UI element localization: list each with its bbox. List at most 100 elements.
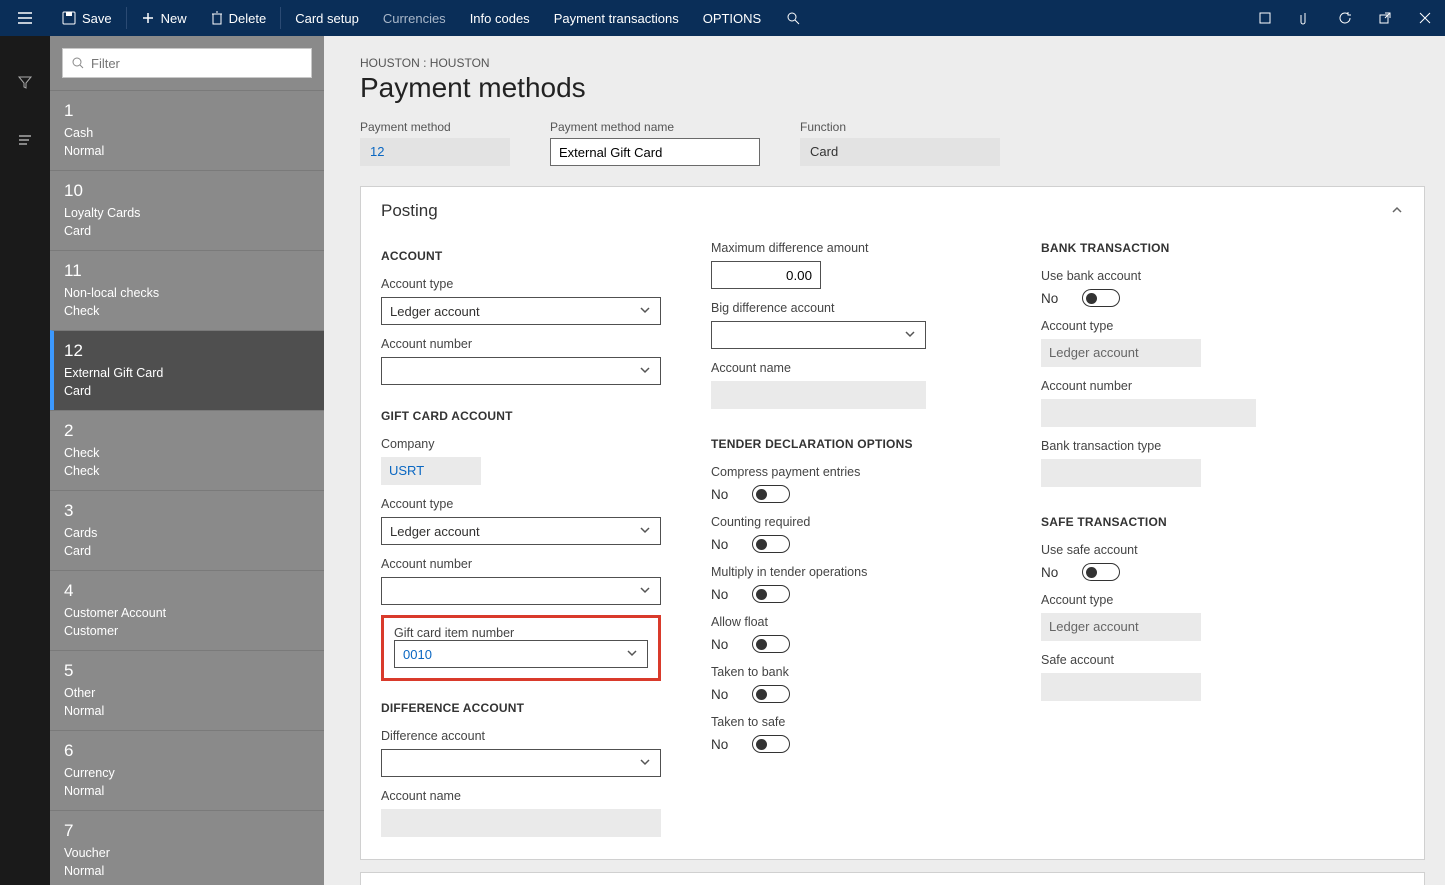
gc-account-type-dropdown[interactable]: Ledger account [381,517,661,545]
taken-safe-toggle[interactable] [752,735,790,753]
use-safe-value: No [1041,565,1058,580]
account-number-dropdown[interactable] [381,357,661,385]
account-group: ACCOUNT [381,249,661,263]
function-value: Card [800,138,1000,166]
gc-account-type-label: Account type [381,497,661,511]
list-item-type: Card [64,543,310,561]
diff-account-name-label: Account name [381,789,661,803]
info-codes-button[interactable]: Info codes [458,0,542,36]
hamburger-icon[interactable] [0,0,50,36]
allow-float-toggle[interactable] [752,635,790,653]
office-icon[interactable] [1245,0,1285,36]
bank-acct-type-label: Account type [1041,319,1321,333]
list-item-number: 5 [64,661,310,681]
list-item-number: 3 [64,501,310,521]
payment-transactions-button[interactable]: Payment transactions [542,0,691,36]
use-bank-value: No [1041,291,1058,306]
popout-icon[interactable] [1365,0,1405,36]
list-item[interactable]: 11Non-local checksCheck [50,250,324,330]
list-item[interactable]: 7VoucherNormal [50,810,324,885]
divider [126,7,127,29]
compress-label: Compress payment entries [711,465,991,479]
account-type-dropdown[interactable]: Ledger account [381,297,661,325]
chevron-up-icon[interactable] [1390,203,1404,220]
use-safe-label: Use safe account [1041,543,1321,557]
company-value[interactable]: USRT [381,457,481,485]
list-item-name: Other [64,685,310,703]
filter-input-wrapper[interactable] [62,48,312,78]
bank-acct-num-label: Account number [1041,379,1321,393]
highlight-gift-card-item: Gift card item number 0010 [381,615,661,681]
search-icon[interactable] [773,0,813,36]
card-setup-button[interactable]: Card setup [283,0,371,36]
difference-group: DIFFERENCE ACCOUNT [381,701,661,715]
close-icon[interactable] [1405,0,1445,36]
payment-method-name-input[interactable] [550,138,760,166]
list-lines-icon[interactable] [0,124,50,156]
list-item-name: Check [64,445,310,463]
list-item-name: External Gift Card [64,365,310,383]
list-item-number: 12 [64,341,310,361]
difference-account-dropdown[interactable] [381,749,661,777]
allow-float-value: No [711,637,728,652]
use-safe-toggle[interactable] [1082,563,1120,581]
new-button[interactable]: New [129,0,199,36]
payment-method-name-label: Payment method name [550,120,760,134]
list-item-name: Loyalty Cards [64,205,310,223]
list-item[interactable]: 1CashNormal [50,90,324,170]
taken-bank-value: No [711,687,728,702]
counting-toggle[interactable] [752,535,790,553]
tender-group: TENDER DECLARATION OPTIONS [711,437,991,451]
filter-input[interactable] [91,56,303,71]
payment-method-list[interactable]: 1CashNormal10Loyalty CardsCard11Non-loca… [50,90,324,885]
breadcrumb: HOUSTON : HOUSTON [360,56,1425,70]
filter-funnel-icon[interactable] [0,66,50,98]
list-item[interactable]: 4Customer AccountCustomer [50,570,324,650]
list-item-number: 6 [64,741,310,761]
big-diff-dropdown[interactable] [711,321,926,349]
max-diff-input[interactable] [711,261,821,289]
list-item[interactable]: 5 OtherNormal [50,650,324,730]
payment-method-label: Payment method [360,120,510,134]
list-item-type: Normal [64,783,310,801]
taken-safe-label: Taken to safe [711,715,991,729]
list-item[interactable]: 3 CardsCard [50,490,324,570]
compress-toggle[interactable] [752,485,790,503]
account-number-label: Account number [381,337,661,351]
posting-section-header[interactable]: Posting [361,187,1424,235]
list-item-type: Card [64,383,310,401]
use-bank-label: Use bank account [1041,269,1321,283]
compress-value: No [711,487,728,502]
gc-account-number-dropdown[interactable] [381,577,661,605]
bank-group: BANK TRANSACTION [1041,241,1321,255]
list-item-type: Normal [64,703,310,721]
giftcard-group: GIFT CARD ACCOUNT [381,409,661,423]
payment-method-value: 12 [360,138,510,166]
taken-bank-toggle[interactable] [752,685,790,703]
taken-safe-value: No [711,737,728,752]
list-item-name: Customer Account [64,605,310,623]
counting-value: No [711,537,728,552]
gc-item-dropdown[interactable]: 0010 [394,640,648,668]
options-button[interactable]: OPTIONS [691,0,774,36]
use-bank-toggle[interactable] [1082,289,1120,307]
list-item-number: 1 [64,101,310,121]
save-button[interactable]: Save [50,0,124,36]
diff-account-name-value [381,809,661,837]
bank-acct-type-value: Ledger account [1041,339,1201,367]
list-item[interactable]: 10Loyalty CardsCard [50,170,324,250]
account-type-label: Account type [381,277,661,291]
taken-bank-label: Taken to bank [711,665,991,679]
list-item-name: Cards [64,525,310,543]
multiply-toggle[interactable] [752,585,790,603]
list-item[interactable]: 2CheckCheck [50,410,324,490]
delete-button[interactable]: Delete [199,0,279,36]
multiply-label: Multiply in tender operations [711,565,991,579]
list-item[interactable]: 6CurrencyNormal [50,730,324,810]
list-item-type: Normal [64,863,310,881]
change-section-header[interactable]: Change [361,873,1424,885]
attachment-icon[interactable] [1285,0,1325,36]
function-label: Function [800,120,1000,134]
refresh-icon[interactable] [1325,0,1365,36]
list-item[interactable]: 12 External Gift CardCard [50,330,324,410]
